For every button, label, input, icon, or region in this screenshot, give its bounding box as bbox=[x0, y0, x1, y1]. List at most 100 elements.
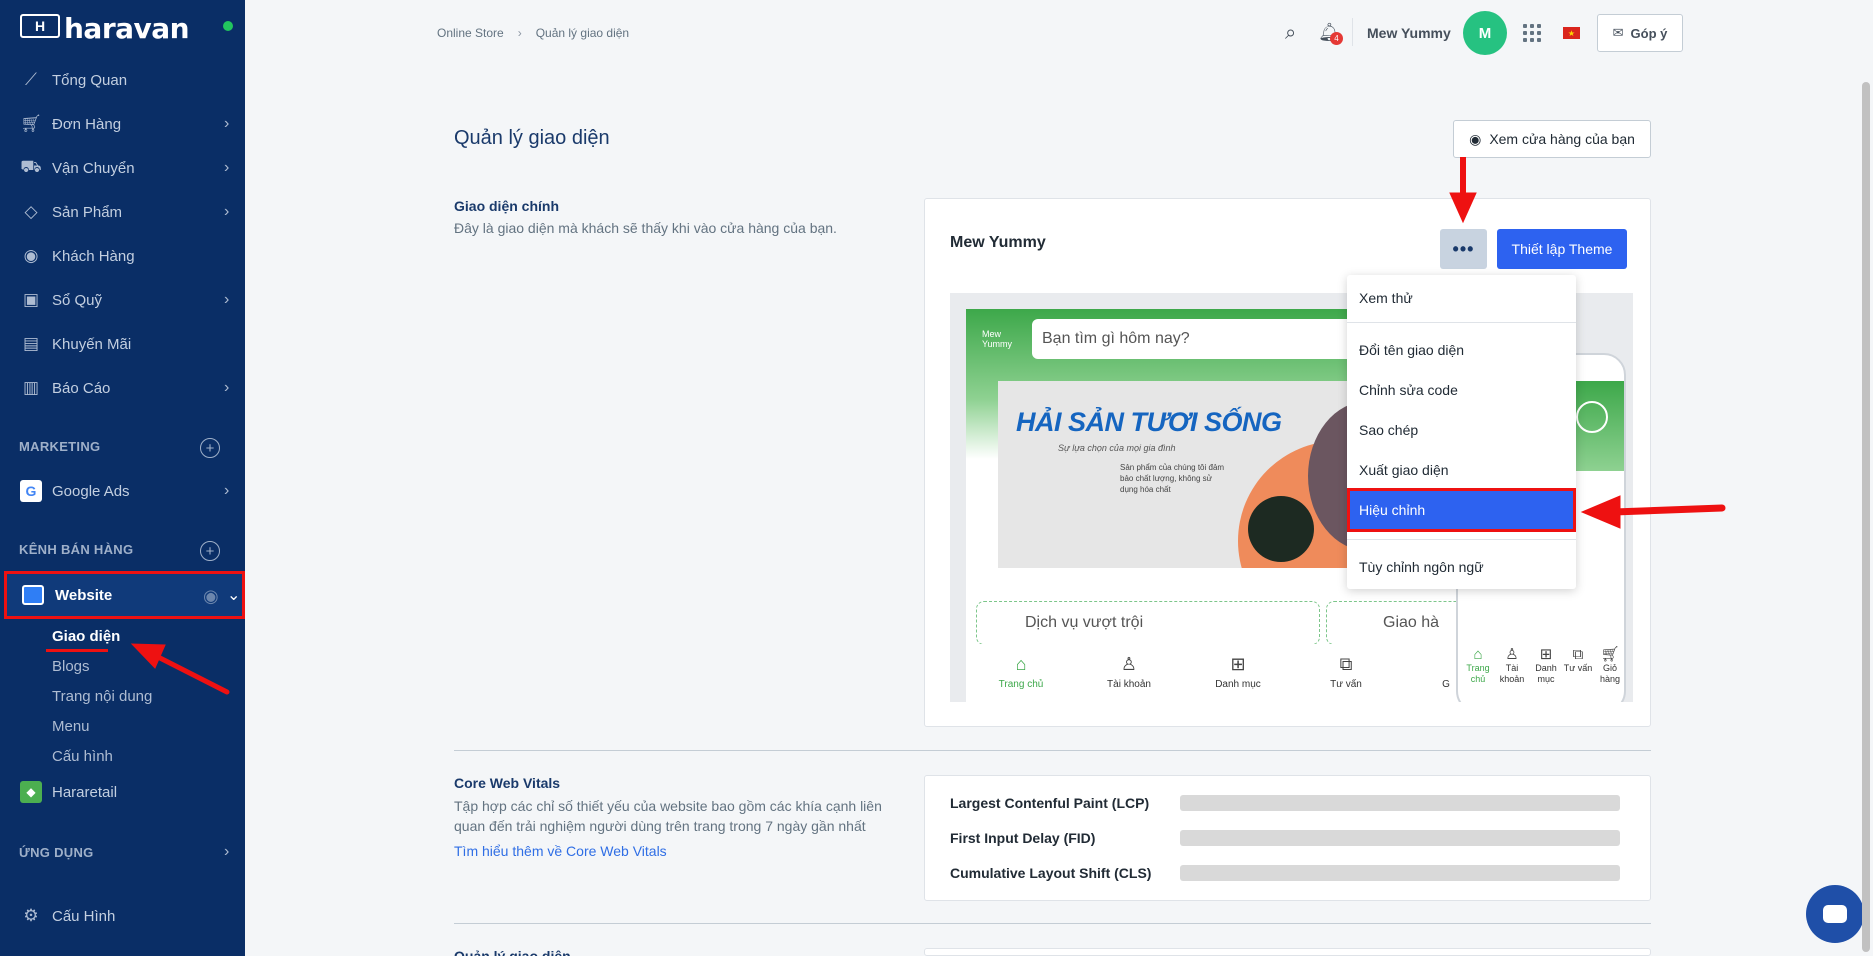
preview-nav-category: ⊞ Danh mục bbox=[1203, 654, 1273, 690]
cwv-title: Core Web Vitals bbox=[454, 775, 561, 791]
mail-icon: ✉ bbox=[1612, 25, 1624, 40]
next-section-title: Quản lý giao diện bbox=[454, 948, 571, 956]
section-divider bbox=[454, 923, 1651, 924]
menu-item-language[interactable]: Tùy chỉnh ngôn ngữ bbox=[1347, 548, 1576, 586]
view-store-button[interactable]: ◉ Xem cửa hàng của bạn bbox=[1453, 120, 1651, 158]
website-icon bbox=[22, 585, 44, 605]
breadcrumb-separator: › bbox=[517, 26, 522, 40]
avatar[interactable]: M bbox=[1463, 11, 1507, 55]
sidebar-sub-theme[interactable]: Giao diện bbox=[52, 628, 120, 645]
annotation-underline bbox=[46, 649, 108, 652]
sidebar-item-shipping[interactable]: ⛟ Vận Chuyển › bbox=[0, 150, 245, 186]
menu-item-duplicate[interactable]: Sao chép bbox=[1347, 411, 1576, 449]
menu-separator bbox=[1347, 322, 1576, 323]
cwv-description: Tập hợp các chỉ số thiết yếu của website… bbox=[454, 798, 882, 834]
sidebar-sub-menu[interactable]: Menu bbox=[52, 718, 90, 735]
notification-bell[interactable]: 🔔︎ 4 bbox=[1318, 22, 1343, 45]
sidebar-item-settings[interactable]: ⚙ Cấu Hình bbox=[0, 898, 245, 934]
user-icon: ♙ bbox=[1120, 654, 1138, 674]
more-actions-button[interactable]: ••• bbox=[1440, 229, 1487, 269]
cwv-bar-cls bbox=[1180, 865, 1620, 881]
sidebar-item-website[interactable]: Website ◉ ⌄ bbox=[4, 571, 245, 619]
hararetail-icon: ◆ bbox=[20, 781, 42, 803]
menu-item-edit-code[interactable]: Chỉnh sửa code bbox=[1347, 371, 1576, 409]
theme-setup-button[interactable]: Thiết lập Theme bbox=[1497, 229, 1627, 269]
chat-bubble-icon bbox=[1823, 905, 1847, 923]
grid-icon: ⊞ bbox=[1539, 646, 1553, 663]
sidebar-sub-blogs[interactable]: Blogs bbox=[52, 658, 90, 675]
trend-icon: ⟋ bbox=[25, 70, 37, 89]
add-marketing-icon[interactable]: + bbox=[200, 438, 220, 458]
marketing-section-title: MARKETING bbox=[19, 439, 101, 454]
chevron-right-icon: › bbox=[224, 291, 230, 308]
cwv-learn-more-link[interactable]: Tìm hiểu thêm về Core Web Vitals bbox=[454, 843, 667, 859]
cart-icon: 🛒︎ bbox=[1600, 646, 1620, 663]
sidebar-item-hararetail[interactable]: ◆ Hararetail bbox=[0, 774, 245, 810]
cashbook-icon: ▣ bbox=[22, 290, 40, 309]
service-box-1: Dịch vụ vượt trội bbox=[976, 601, 1320, 645]
breadcrumb: Online Store › Quản lý giao diện bbox=[437, 26, 629, 40]
sidebar-item-products[interactable]: ◇ Sản Phẩm › bbox=[0, 194, 245, 230]
notification-badge: 4 bbox=[1330, 32, 1343, 45]
cart-icon: 🛒︎ bbox=[20, 114, 42, 133]
cwv-bar-fid bbox=[1180, 830, 1620, 846]
next-card bbox=[924, 948, 1651, 956]
sidebar-item-customers[interactable]: ◉ Khách Hàng bbox=[0, 238, 245, 274]
phone-bottom-nav: ⌂ Trang chủ ♙ Tài khoản ⊞ Danh mục ⧉ Tư vấn … bbox=[1458, 641, 1624, 701]
chevron-right-icon: › bbox=[224, 203, 230, 220]
phone-nav-category: ⊞ Danh mục bbox=[1530, 646, 1562, 685]
sidebar-item-orders[interactable]: 🛒︎ Đơn Hàng › bbox=[0, 106, 245, 142]
breadcrumb-online-store[interactable]: Online Store bbox=[437, 26, 504, 40]
vietnam-flag-icon[interactable]: ★ bbox=[1563, 27, 1580, 39]
chevron-right-icon: › bbox=[224, 482, 230, 499]
apps-grid-icon[interactable] bbox=[1523, 24, 1541, 42]
feedback-button[interactable]: ✉ Góp ý bbox=[1597, 14, 1683, 52]
cwv-metric-lcp: Largest Contenful Paint (LCP) bbox=[950, 795, 1150, 811]
preview-nav-home: ⌂ Trang chủ bbox=[986, 654, 1056, 690]
apps-section-title: ỨNG DỤNG bbox=[19, 845, 94, 860]
sidebar-item-overview[interactable]: ⟋ Tổng Quan bbox=[0, 62, 245, 98]
banner-title: HẢI SẢN TƯƠI SỐNG bbox=[1016, 407, 1282, 437]
chevron-right-icon[interactable]: › bbox=[224, 843, 229, 861]
home-icon: ⌂ bbox=[1015, 654, 1027, 674]
banner-text: Sản phẩm của chúng tôi đảm bảo chất lượn… bbox=[1120, 463, 1225, 494]
home-icon: ⌂ bbox=[1473, 646, 1483, 663]
user-name[interactable]: Mew Yummy bbox=[1367, 25, 1451, 41]
menu-item-preview[interactable]: Xem thử bbox=[1347, 279, 1576, 317]
preview-bottom-nav: ⌂ Trang chủ ♙ Tài khoản ⊞ Danh mục ⧉ Tư vấn … bbox=[966, 644, 1496, 702]
menu-item-customize[interactable]: Hiệu chỉnh bbox=[1347, 488, 1576, 532]
chat-icon: ⧉ bbox=[1339, 654, 1353, 674]
online-status-dot bbox=[223, 21, 233, 31]
preview-nav-account: ♙ Tài khoản bbox=[1094, 654, 1164, 690]
sales-channels-title: KÊNH BÁN HÀNG bbox=[19, 542, 134, 557]
menu-item-export[interactable]: Xuất giao diện bbox=[1347, 451, 1576, 489]
grid-icon: ⊞ bbox=[1230, 654, 1246, 674]
eye-icon: ◉ bbox=[1469, 130, 1482, 147]
sidebar-item-cashbook[interactable]: ▣ Sổ Quỹ › bbox=[0, 282, 245, 318]
banner-tagline: Sự lựa chọn của mọi gia đình bbox=[1058, 443, 1176, 453]
eye-icon[interactable]: ◉ bbox=[203, 586, 219, 607]
page-scrollbar[interactable] bbox=[1859, 72, 1873, 956]
menu-item-rename[interactable]: Đổi tên giao diện bbox=[1347, 331, 1576, 369]
main-theme-description: Đây là giao diện mà khách sẽ thấy khi và… bbox=[454, 220, 837, 236]
haravan-logo[interactable]: H haravan bbox=[20, 6, 190, 45]
sidebar-item-google-ads[interactable]: G Google Ads › bbox=[0, 473, 245, 509]
sidebar-item-promotions[interactable]: ▤ Khuyến Mãi bbox=[0, 326, 245, 362]
header-divider bbox=[1352, 18, 1353, 46]
add-channel-icon[interactable]: + bbox=[200, 541, 220, 561]
phone-nav-cart: 🛒︎ Giỏ hàng bbox=[1594, 646, 1624, 685]
sidebar-sub-config[interactable]: Cấu hình bbox=[52, 748, 113, 765]
phone-nav-advice: ⧉ Tư vấn bbox=[1563, 646, 1593, 673]
sidebar: H haravan ⟋ Tổng Quan 🛒︎ Đơn Hàng › ⛟ Vậ… bbox=[0, 0, 245, 956]
banner-bowl-image bbox=[1248, 496, 1314, 562]
page-title: Quản lý giao diện bbox=[454, 127, 610, 149]
menu-separator bbox=[1347, 539, 1576, 540]
google-icon: G bbox=[20, 480, 42, 502]
breadcrumb-current[interactable]: Quản lý giao diện bbox=[536, 26, 629, 40]
search-icon[interactable]: ⌕ bbox=[1285, 22, 1296, 45]
section-divider bbox=[454, 750, 1651, 751]
scrollbar-thumb[interactable] bbox=[1862, 82, 1870, 952]
chat-widget-button[interactable] bbox=[1806, 885, 1864, 943]
sidebar-item-reports[interactable]: ▥ Báo Cáo › bbox=[0, 370, 245, 406]
sidebar-sub-pages[interactable]: Trang nội dung bbox=[52, 688, 152, 705]
